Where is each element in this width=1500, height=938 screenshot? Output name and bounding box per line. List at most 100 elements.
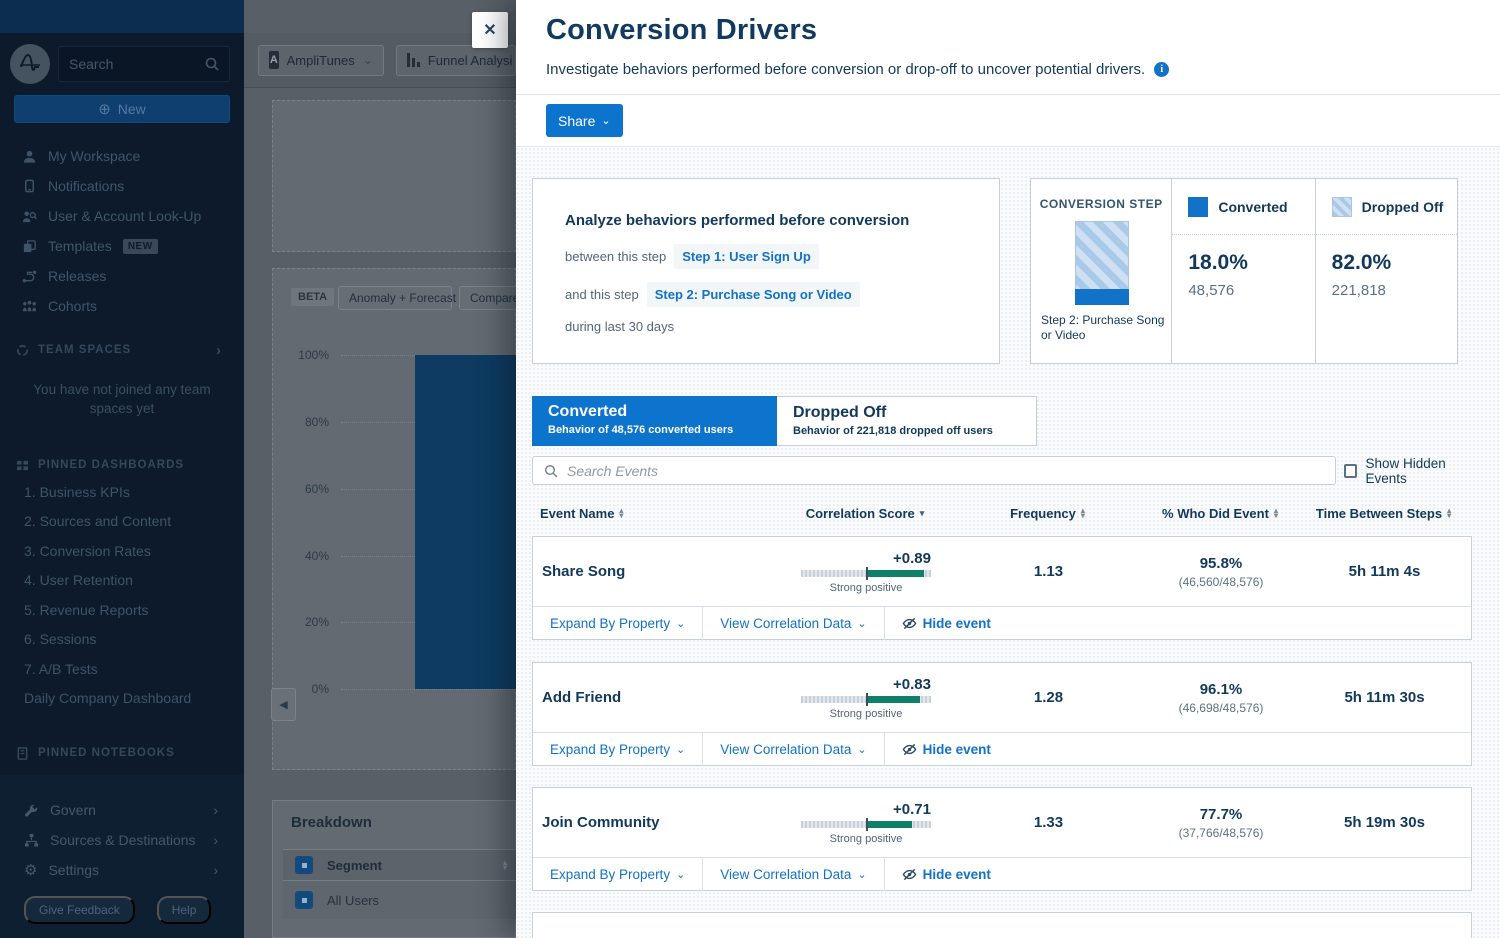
sidebar-item-label: Govern	[50, 802, 96, 818]
sidebar-item-govern[interactable]: Govern ›	[0, 795, 244, 825]
pinned-dashboards-section: PINNED DASHBOARDS 1. Business KPIs 2. So…	[0, 453, 244, 713]
pinned-notebooks-header[interactable]: PINNED NOTEBOOKS	[0, 741, 244, 765]
sidebar-item-revenue-reports[interactable]: 5. Revenue Reports	[0, 595, 244, 625]
notifications-icon	[22, 179, 37, 194]
breakdown-row-all-users[interactable]: All Users	[283, 881, 517, 919]
sidebar-item-notifications[interactable]: Notifications	[0, 171, 244, 201]
event-row-share-song: Share Song +0.89 Strong positive 1.13 95…	[532, 536, 1472, 640]
time-between-steps-value: 5h 11m 4s	[1296, 563, 1473, 580]
sidebar-item-daily-company-dashboard[interactable]: Daily Company Dashboard	[0, 684, 244, 714]
show-hidden-events-toggle[interactable]: Show Hidden Events	[1344, 456, 1484, 485]
cohorts-icon	[22, 299, 37, 314]
beta-badge: BETA	[291, 288, 334, 306]
team-spaces-empty-text: You have not joined any team spaces yet	[26, 380, 218, 418]
new-button[interactable]: ⊕ New	[14, 95, 230, 123]
view-correlation-data-button[interactable]: View Correlation Data⌄	[702, 607, 883, 640]
between-step-label: between this step	[565, 249, 666, 264]
pinned-dashboards-header[interactable]: PINNED DASHBOARDS	[0, 453, 244, 477]
header-frequency[interactable]: Frequency▴▾	[950, 506, 1145, 521]
anomaly-forecast-button[interactable]: Anomaly + Forecast	[338, 286, 452, 310]
header-correlation-score[interactable]: Correlation Score▾	[780, 506, 950, 521]
expand-by-property-button[interactable]: Expand By Property⌄	[533, 607, 702, 640]
header-event-name[interactable]: Event Name▴▾	[532, 506, 780, 521]
conversion-step-bar-label: Step 2: Purchase Song or Video	[1041, 313, 1167, 343]
sidebar-item-user-retention[interactable]: 4. User Retention	[0, 566, 244, 596]
correlation-strength-label: Strong positive	[801, 833, 931, 845]
app-root: Search ⊕ New My Workspace Notifications …	[0, 0, 1500, 938]
user-search-icon	[22, 209, 37, 224]
chevron-down-icon: ⌄	[601, 114, 610, 127]
new-button-label: New	[118, 101, 146, 117]
app-logo-icon: A	[269, 51, 279, 69]
share-button-label: Share	[558, 113, 595, 129]
sidebar-item-user-account-lookup[interactable]: User & Account Look-Up	[0, 201, 244, 231]
sidebar-item-releases[interactable]: Releases	[0, 261, 244, 291]
tab-converted[interactable]: Converted Behavior of 48,576 converted u…	[532, 396, 777, 446]
share-button[interactable]: Share ⌄	[546, 104, 623, 137]
help-button[interactable]: Help	[157, 896, 212, 924]
dashboard-card-top	[272, 100, 516, 252]
gear-icon: ⚙	[24, 863, 37, 878]
sidebar-item-settings[interactable]: ⚙ Settings ›	[0, 855, 244, 885]
checkbox-icon[interactable]	[1344, 464, 1357, 478]
pct-fraction: (46,560/48,576)	[1146, 575, 1296, 589]
sidebar-search-input[interactable]: Search	[58, 46, 230, 82]
sidebar-item-my-workspace[interactable]: My Workspace	[0, 141, 244, 171]
sidebar-item-templates[interactable]: Templates NEW	[0, 231, 244, 261]
hide-event-button[interactable]: Hide event	[884, 858, 1008, 891]
view-correlation-data-button[interactable]: View Correlation Data⌄	[702, 733, 883, 766]
chevron-down-icon: ⌄	[676, 743, 685, 756]
app-selector-chip[interactable]: A AmpliTunes ⌄	[258, 45, 384, 76]
eye-slash-icon	[902, 742, 917, 757]
close-icon: ✕	[483, 20, 496, 40]
correlation-strength-label: Strong positive	[801, 708, 931, 720]
close-modal-button[interactable]: ✕	[472, 12, 508, 48]
info-icon[interactable]: i	[1154, 62, 1169, 77]
sort-desc-icon: ▾	[920, 508, 925, 519]
chevron-right-icon[interactable]: ›	[216, 342, 222, 359]
step2-link[interactable]: Step 2: Purchase Song or Video	[647, 282, 860, 307]
give-feedback-button[interactable]: Give Feedback	[24, 896, 135, 924]
header-pct-who-did-event[interactable]: % Who Did Event▴▾	[1145, 506, 1295, 521]
collapse-panel-button[interactable]: ◀	[271, 688, 296, 721]
amplitude-logo[interactable]	[10, 44, 50, 84]
sidebar-item-label: Templates	[48, 238, 112, 254]
correlation-value: +0.83	[801, 676, 931, 693]
frequency-value: 1.28	[951, 689, 1146, 706]
sidebar-item-conversion-rates[interactable]: 3. Conversion Rates	[0, 536, 244, 566]
tab-subtitle: Behavior of 48,576 converted users	[548, 424, 777, 436]
sidebar-item-sources-and-content[interactable]: 2. Sources and Content	[0, 507, 244, 537]
header-time-between-steps[interactable]: Time Between Steps▴▾	[1295, 506, 1472, 521]
sidebar-item-cohorts[interactable]: Cohorts	[0, 291, 244, 321]
chart-type-chip[interactable]: Funnel Analysi	[396, 45, 516, 76]
sort-icon[interactable]: ▴▾	[503, 860, 507, 870]
modal-action-bar: Share ⌄	[516, 95, 1500, 147]
wrench-icon	[24, 803, 39, 818]
expand-by-property-button[interactable]: Expand By Property⌄	[533, 858, 702, 891]
search-events-input[interactable]: Search Events	[532, 456, 1336, 485]
event-name: Share Song	[533, 563, 781, 580]
sidebar-item-ab-tests[interactable]: 7. A/B Tests	[0, 654, 244, 684]
search-icon	[205, 57, 219, 71]
time-between-steps-value: 5h 11m 30s	[1296, 689, 1473, 706]
converted-swatch-icon	[1188, 197, 1208, 217]
event-name: Join Community	[533, 814, 781, 831]
step1-link[interactable]: Step 1: User Sign Up	[674, 244, 819, 269]
sort-icon: ▴▾	[1274, 508, 1278, 518]
modal-body: Analyze behaviors performed before conve…	[516, 147, 1500, 938]
chevron-down-icon: ⌄	[363, 53, 373, 67]
sidebar-item-business-kpis[interactable]: 1. Business KPIs	[0, 477, 244, 507]
chevron-down-icon: ⌄	[857, 868, 866, 881]
dashboards-grid-icon	[16, 459, 29, 472]
view-correlation-data-button[interactable]: View Correlation Data⌄	[702, 858, 883, 891]
expand-by-property-button[interactable]: Expand By Property⌄	[533, 733, 702, 766]
team-spaces-header[interactable]: TEAM SPACES ›	[0, 338, 244, 362]
sidebar-search-placeholder: Search	[69, 56, 205, 72]
segment-color-icon	[295, 856, 313, 874]
hide-event-button[interactable]: Hide event	[884, 733, 1008, 766]
sidebar-item-sources-destinations[interactable]: Sources & Destinations ›	[0, 825, 244, 855]
hide-event-button[interactable]: Hide event	[884, 607, 1008, 640]
tab-dropped-off[interactable]: Dropped Off Behavior of 221,818 dropped …	[777, 396, 1037, 446]
sidebar-item-sessions[interactable]: 6. Sessions	[0, 625, 244, 655]
breakdown-title: Breakdown	[291, 814, 372, 831]
